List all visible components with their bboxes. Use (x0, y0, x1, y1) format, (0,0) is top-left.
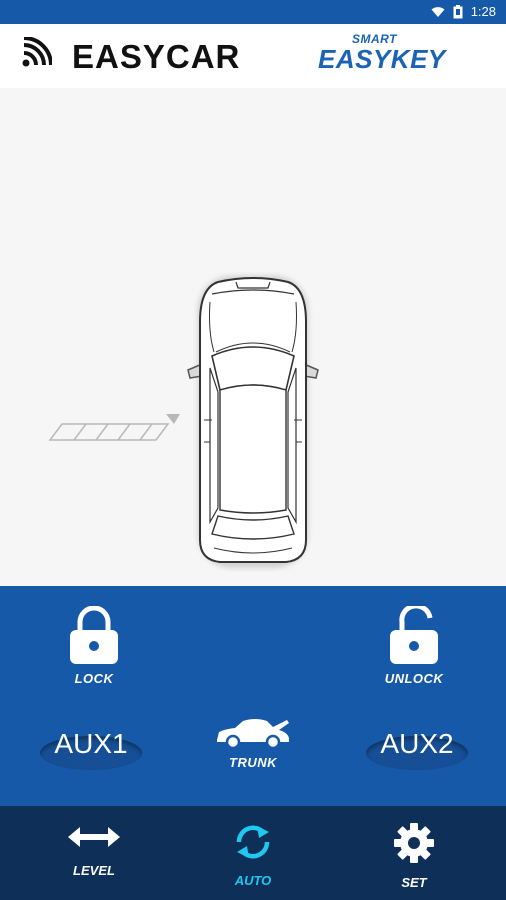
lock-label: LOCK (74, 671, 114, 686)
trunk-car-icon (217, 719, 289, 750)
nav-auto-label: AUTO (234, 873, 272, 888)
bottom-navigation: LEVEL AUTO SET (0, 806, 506, 900)
status-time: 1:28 (470, 4, 496, 19)
aux1-label: AUX1 (54, 728, 128, 759)
wifi-icon (431, 6, 445, 17)
nav-set[interactable]: SET (366, 822, 462, 890)
status-bar: 1:28 (0, 0, 506, 24)
car-top-view-icon (187, 276, 319, 568)
sync-icon (236, 825, 270, 859)
app-header: EASYCAR SMART EASYKEY (0, 24, 506, 88)
nav-set-label: SET (401, 875, 427, 890)
car-status-area (0, 88, 506, 586)
nav-level-label: LEVEL (73, 863, 115, 878)
trunk-label: TRUNK (229, 755, 277, 770)
aux2-button[interactable]: AUX2 (362, 718, 472, 774)
aux2-label: AUX2 (380, 728, 454, 759)
aux1-button[interactable]: AUX1 (36, 718, 146, 774)
unlock-button[interactable]: UNLOCK (376, 603, 452, 686)
unlock-label: UNLOCK (384, 671, 444, 686)
brand-logo-easykey: EASYKEY (318, 44, 446, 74)
remote-control-panel: LOCK UNLOCK AUX1 TRUNK AUX2 (0, 586, 506, 806)
distance-level-icon (48, 414, 180, 441)
nav-level[interactable]: LEVEL (46, 822, 142, 878)
battery-icon (453, 4, 463, 18)
left-right-arrow-icon (68, 827, 120, 847)
gear-icon (394, 823, 434, 863)
brand-logo-easycar: EASYCAR (72, 38, 241, 75)
unlock-icon (390, 603, 438, 664)
trunk-button[interactable]: TRUNK (206, 716, 300, 770)
status-icons: 1:28 (431, 4, 496, 19)
lock-button[interactable]: LOCK (58, 605, 130, 686)
signal-icon[interactable] (20, 37, 52, 69)
lock-icon (70, 605, 118, 664)
nav-auto[interactable]: AUTO (205, 822, 301, 888)
